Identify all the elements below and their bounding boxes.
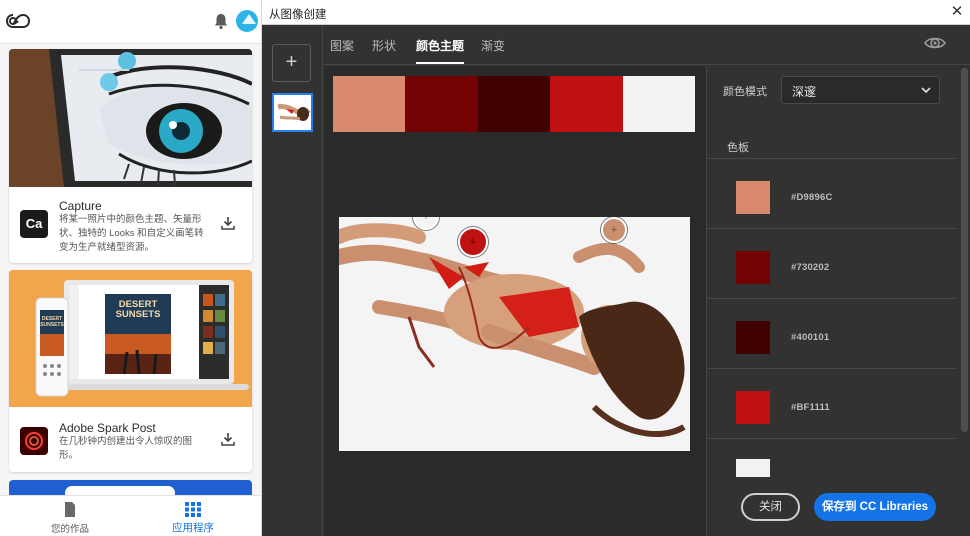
tab-apps[interactable]: 应用程序 (150, 500, 236, 536)
tab-my-work-label: 您的作品 (50, 524, 89, 535)
add-image-button[interactable]: + (272, 44, 311, 82)
bottom-tab-bar: 您的作品 应用程序 (0, 495, 261, 536)
spark-post-app-icon (20, 427, 48, 455)
palette-row[interactable]: #730202 (707, 228, 957, 298)
capture-app-description: 将某一照片中的颜色主题、矢量形状、独特的 Looks 和自定义画笔转变为生产就绪… (59, 214, 204, 253)
tab-gradient[interactable]: 渐变 (481, 37, 505, 54)
properties-panel: 颜色模式 深邃 色板 #D9896C #730202 #400101 #BF11… (706, 66, 970, 536)
panel-scrollbar[interactable] (961, 68, 968, 432)
color-theme-strip (333, 76, 695, 132)
color-picker-handle-2[interactable]: + (458, 227, 488, 257)
theme-swatch-1[interactable] (333, 76, 406, 132)
active-tab-indicator (416, 62, 464, 64)
spark-hero-title: DESERT SUNSETS (115, 299, 161, 320)
download-icon[interactable] (220, 431, 236, 447)
tab-color-theme[interactable]: 颜色主题 (416, 37, 464, 54)
tab-shape[interactable]: 形状 (372, 37, 396, 54)
close-button[interactable]: 关闭 (741, 493, 800, 521)
theme-swatch-3[interactable] (477, 76, 551, 132)
source-photo: + + + (339, 217, 690, 451)
close-icon[interactable]: ✕ (948, 3, 966, 21)
creative-cloud-panel: Ca Capture 将某一照片中的颜色主题、矢量形状、独特的 Looks 和自… (0, 0, 262, 536)
cc-header (0, 0, 261, 44)
creative-cloud-logo-icon[interactable] (6, 11, 30, 31)
spark-hero-phone-title: DESERT SUNSETS (40, 316, 64, 328)
color-mode-select[interactable]: 深邃 (781, 76, 940, 104)
color-mode-label: 颜色模式 (723, 86, 767, 98)
apps-grid-icon (185, 502, 201, 517)
palette-swatch[interactable] (736, 321, 770, 354)
app-card-capture[interactable]: Ca Capture 将某一照片中的颜色主题、矢量形状、独特的 Looks 和自… (9, 49, 252, 263)
create-from-image-dialog: 从图像创建 ✕ + 图案 形状 颜色主题 渐变 + + + 颜色模式 深邃 色板… (262, 0, 970, 536)
color-picker-handle-3[interactable]: + (601, 217, 627, 243)
palette-label: 色板 (727, 142, 749, 154)
palette-swatch[interactable] (736, 181, 770, 214)
capture-app-icon: Ca (20, 210, 48, 238)
spark-post-app-description: 在几秒钟内创建出令人惊叹的图形。 (59, 436, 193, 461)
tab-pattern[interactable]: 图案 (330, 37, 354, 54)
palette-row[interactable]: #D9896C (707, 158, 957, 228)
palette-hex[interactable]: #400101 (791, 332, 829, 343)
palette-row[interactable]: #BF1111 (707, 368, 957, 438)
mode-tab-bar: 图案 形状 颜色主题 渐变 (324, 25, 970, 65)
theme-swatch-5[interactable] (622, 76, 695, 132)
palette-hex[interactable]: #730202 (791, 262, 829, 273)
download-icon[interactable] (220, 215, 236, 231)
app-card-spark-post[interactable]: DESERT SUNSETS DESERT SUNSETS Adobe Spar… (9, 270, 252, 472)
palette-hex[interactable]: #D9896C (791, 192, 833, 203)
chevron-down-icon (921, 87, 931, 94)
image-thumbnail[interactable] (272, 93, 313, 132)
spark-post-app-name: Adobe Spark Post (59, 421, 156, 435)
capture-app-name: Capture (59, 199, 102, 213)
image-thumbnail-column: + (262, 25, 323, 536)
notification-bell-icon[interactable] (212, 12, 230, 30)
tab-apps-label: 应用程序 (172, 522, 214, 534)
eye-preview-icon[interactable] (924, 34, 946, 52)
palette-swatch[interactable] (736, 251, 770, 284)
palette-row[interactable] (707, 438, 957, 478)
capture-hero-image (9, 49, 252, 187)
tab-my-work[interactable]: 您的作品 (30, 500, 110, 536)
save-to-cc-libraries-button[interactable]: 保存到 CC Libraries (814, 493, 936, 521)
palette-row[interactable]: #400101 (707, 298, 957, 368)
theme-swatch-2[interactable] (405, 76, 478, 132)
dialog-title: 从图像创建 (269, 9, 327, 21)
palette-swatch[interactable] (736, 391, 770, 424)
spark-post-hero-image: DESERT SUNSETS DESERT SUNSETS (9, 270, 252, 407)
dialog-titlebar: 从图像创建 ✕ (262, 0, 970, 25)
palette-swatch[interactable] (736, 459, 770, 477)
theme-swatch-4[interactable] (550, 76, 623, 132)
color-mode-value: 深邃 (792, 85, 817, 99)
palette-hex[interactable]: #BF1111 (791, 402, 830, 413)
user-avatar[interactable] (236, 10, 258, 32)
document-icon (65, 502, 75, 517)
